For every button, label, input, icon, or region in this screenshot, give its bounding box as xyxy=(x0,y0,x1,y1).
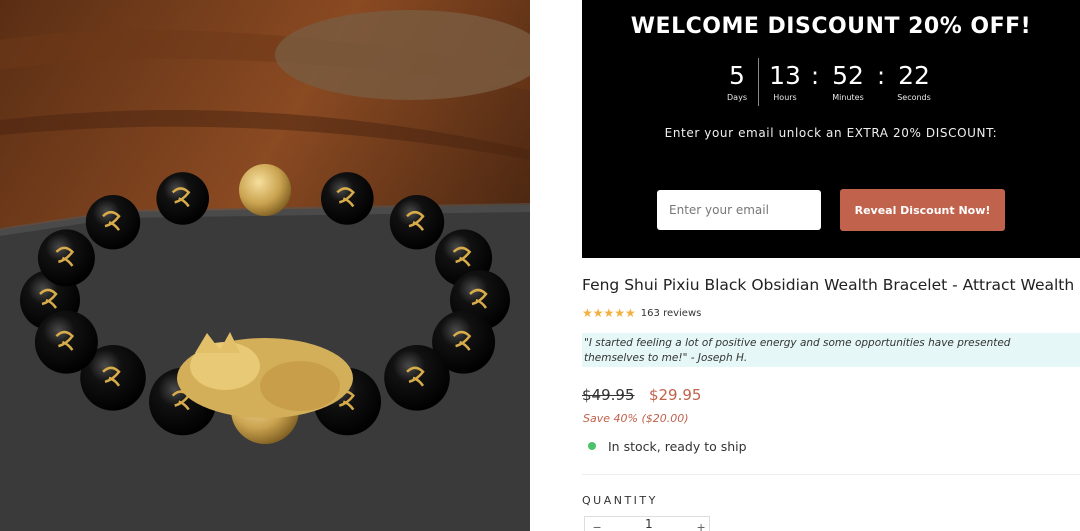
product-image xyxy=(0,0,530,531)
discount-banner: WELCOME DISCOUNT 20% OFF! 5 Days 13 Hour… xyxy=(582,0,1080,258)
countdown-minutes-value: 52 xyxy=(832,61,864,90)
testimonial: "I started feeling a lot of positive ene… xyxy=(582,333,1080,367)
countdown-minutes-label: Minutes xyxy=(832,93,864,102)
countdown-hours-value: 13 xyxy=(769,61,801,90)
divider xyxy=(582,474,1080,475)
original-price: $49.95 xyxy=(582,386,635,404)
banner-title: WELCOME DISCOUNT 20% OFF! xyxy=(630,14,1032,39)
testimonial-line-2: themselves to me!" - Joseph H. xyxy=(584,352,748,364)
email-input[interactable] xyxy=(657,190,821,230)
countdown-minutes: 52 Minutes xyxy=(818,60,878,104)
stock-text: In stock, ready to ship xyxy=(608,438,747,454)
countdown-seconds-value: 22 xyxy=(898,61,930,90)
in-stock-dot-icon xyxy=(588,442,596,450)
quantity-stepper[interactable]: − 1 + xyxy=(584,516,710,531)
sale-price: $29.95 xyxy=(648,386,702,404)
review-count[interactable]: 163 reviews xyxy=(641,308,702,319)
savings-text: Save 40% ($20.00) xyxy=(583,412,689,425)
bracelet-image-icon xyxy=(0,0,530,531)
countdown-hours-label: Hours xyxy=(773,93,797,102)
reveal-discount-button[interactable]: Reveal Discount Now! xyxy=(840,189,1005,231)
product-title: Feng Shui Pixiu Black Obsidian Wealth Br… xyxy=(582,276,1075,294)
countdown-hours: 13 Hours xyxy=(755,60,815,104)
price-row: $49.95 $29.95 xyxy=(582,386,701,408)
banner-subtitle: Enter your email unlock an EXTRA 20% DIS… xyxy=(664,126,998,140)
quantity-label: QUANTITY xyxy=(582,494,658,507)
rating[interactable]: ★★★★★ 163 reviews xyxy=(582,306,701,320)
quantity-value[interactable]: 1 xyxy=(645,517,653,531)
countdown-seconds: 22 Seconds xyxy=(884,60,944,104)
gold-bead-icon xyxy=(239,164,291,216)
testimonial-line-1: "I started feeling a lot of positive ene… xyxy=(584,337,1011,349)
quantity-increase-button[interactable]: + xyxy=(697,519,705,531)
countdown-seconds-label: Seconds xyxy=(897,93,931,102)
stock-status: In stock, ready to ship xyxy=(588,438,747,454)
quantity-decrease-button[interactable]: − xyxy=(593,519,601,531)
star-rating-icon: ★★★★★ xyxy=(582,306,636,320)
countdown-timer: 5 Days 13 Hours : 52 Minutes : 22 Second… xyxy=(582,58,1080,110)
